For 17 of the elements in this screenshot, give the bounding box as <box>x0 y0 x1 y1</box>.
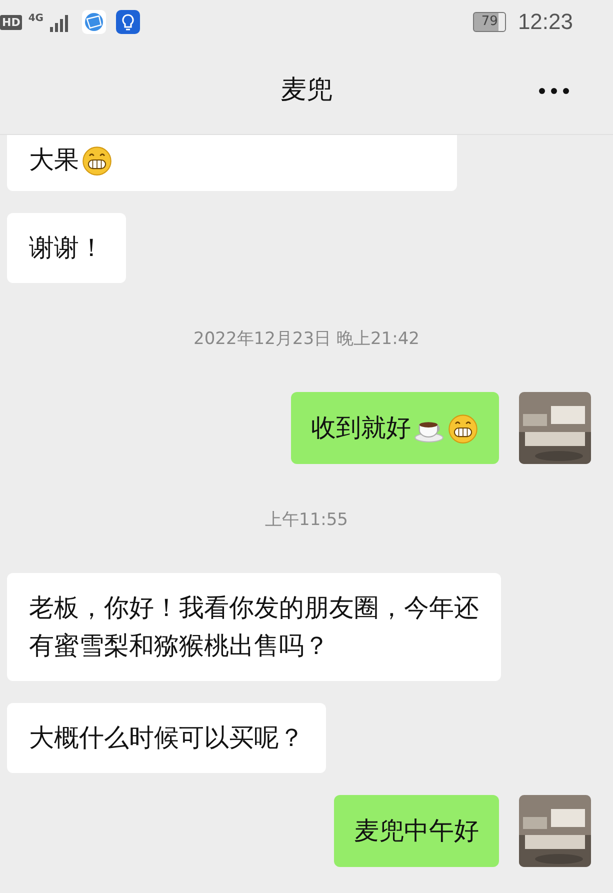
chat-title: 麦兜 <box>280 74 332 106</box>
timestamp: 上午11:55 <box>265 509 348 531</box>
message-bubble: 谢谢！ <box>7 213 126 283</box>
network-type: 4G <box>28 12 44 24</box>
timestamp: 2022年12月23日 晚上21:42 <box>194 328 420 350</box>
lightbulb-icon <box>116 10 140 34</box>
message-bubble: 大概什么时候可以买呢？ <box>7 703 326 773</box>
message-bubble: 老板，你好！我看你发的朋友圈，今年还有蜜雪梨和猕猴桃出售吗？ <box>7 573 501 681</box>
hd-indicator: HD <box>0 14 22 30</box>
battery-indicator: 79 <box>473 12 506 32</box>
grin-face-icon <box>447 412 479 444</box>
message-bubble: 麦兜中午好 <box>334 795 499 867</box>
grin-face-icon <box>81 144 113 176</box>
clock: 12:23 <box>518 9 573 35</box>
message-bubble: 大果 <box>7 135 457 191</box>
more-icon[interactable] <box>538 87 570 95</box>
message-bubble: 收到就好 <box>291 392 499 464</box>
